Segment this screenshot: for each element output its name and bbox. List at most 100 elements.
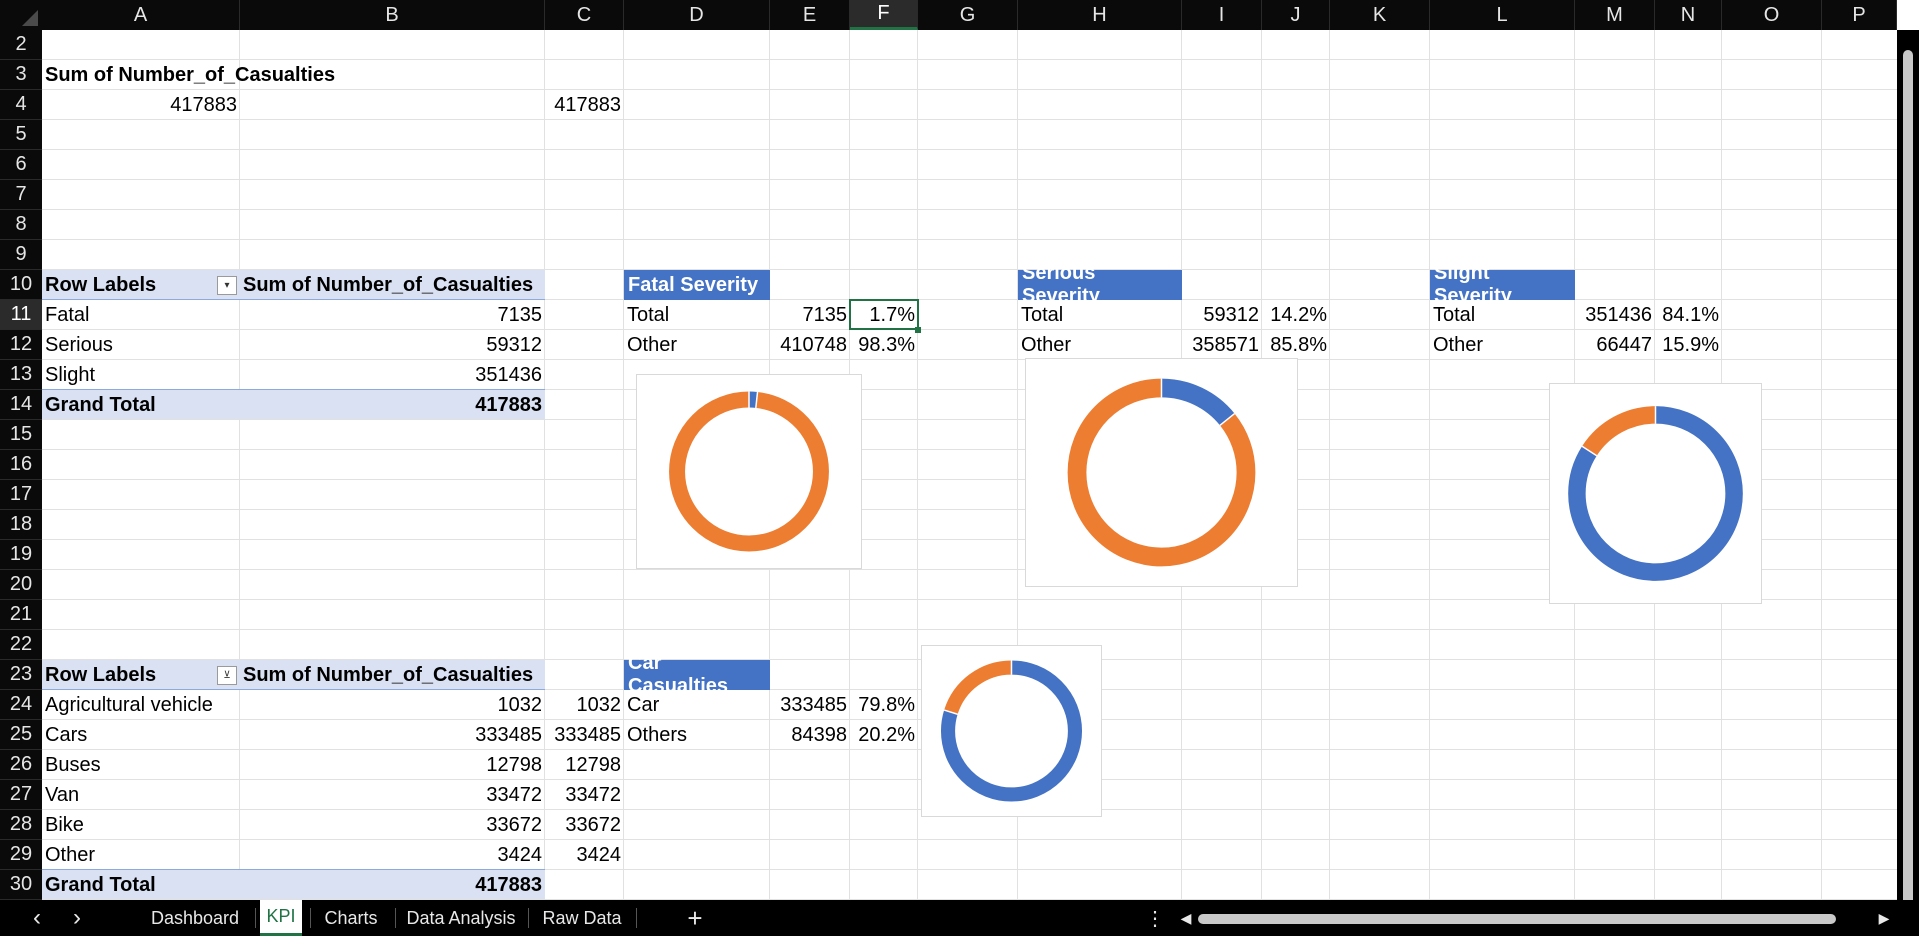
cell-a14[interactable]: Grand Total	[42, 390, 240, 420]
row-header-19[interactable]: 19	[0, 540, 42, 570]
row-header-29[interactable]: 29	[0, 840, 42, 870]
scroll-right-icon[interactable]: ▶	[1874, 900, 1894, 936]
row-header-23[interactable]: 23	[0, 660, 42, 690]
cell-f25[interactable]: 20.2%	[850, 720, 918, 750]
add-sheet-button[interactable]: +	[680, 900, 710, 936]
tab-raw-data[interactable]: Raw Data	[536, 900, 628, 936]
cell-l12[interactable]: Other	[1430, 330, 1575, 360]
cell-a10[interactable]: Row Labels	[42, 270, 240, 300]
cell-m11[interactable]: 351436	[1575, 300, 1655, 330]
cell-d25[interactable]: Others	[624, 720, 770, 750]
cell-d12[interactable]: Other	[624, 330, 770, 360]
cell-a11[interactable]: Fatal	[42, 300, 240, 330]
donut-slice-other[interactable]	[669, 391, 829, 552]
fatal-severity-donut-chart[interactable]	[636, 374, 862, 569]
row-header-22[interactable]: 22	[0, 630, 42, 660]
column-header-i[interactable]: I	[1182, 0, 1262, 30]
slight-severity-donut-chart[interactable]	[1549, 383, 1762, 604]
cell-a4[interactable]: 417883	[42, 90, 240, 120]
cell-c24[interactable]: 1032	[545, 690, 624, 720]
cell-c4[interactable]: 417883	[545, 90, 624, 120]
cell-c25[interactable]: 333485	[545, 720, 624, 750]
row-header-20[interactable]: 20	[0, 570, 42, 600]
row-header-7[interactable]: 7	[0, 180, 42, 210]
column-header-a[interactable]: A	[42, 0, 240, 30]
vertical-scroll-thumb[interactable]	[1903, 50, 1913, 905]
cell-h11[interactable]: Total	[1018, 300, 1182, 330]
column-header-o[interactable]: O	[1722, 0, 1822, 30]
cell-j12[interactable]: 85.8%	[1262, 330, 1330, 360]
cell-c28[interactable]: 33672	[545, 810, 624, 840]
cell-c26[interactable]: 12798	[545, 750, 624, 780]
row-header-9[interactable]: 9	[0, 240, 42, 270]
cell-e24[interactable]: 333485	[770, 690, 850, 720]
row-header-13[interactable]: 13	[0, 360, 42, 390]
row-header-28[interactable]: 28	[0, 810, 42, 840]
column-header-e[interactable]: E	[770, 0, 850, 30]
prev-sheet-icon[interactable]: ‹	[22, 900, 52, 936]
car-casualties-title[interactable]: Car Casualties	[624, 652, 770, 697]
tab-charts[interactable]: Charts	[318, 900, 384, 936]
row-header-26[interactable]: 26	[0, 750, 42, 780]
tab-kpi[interactable]: KPI	[260, 900, 302, 936]
cell-a28[interactable]: Bike	[42, 810, 240, 840]
cell-a30[interactable]: Grand Total	[42, 870, 240, 900]
cell-b24[interactable]: 1032	[240, 690, 545, 720]
row-header-18[interactable]: 18	[0, 510, 42, 540]
column-header-c[interactable]: C	[545, 0, 624, 30]
serious-severity-donut-chart[interactable]	[1025, 358, 1298, 587]
row-header-16[interactable]: 16	[0, 450, 42, 480]
cell-f12[interactable]: 98.3%	[850, 330, 918, 360]
column-header-k[interactable]: K	[1330, 0, 1430, 30]
cell-b12[interactable]: 59312	[240, 330, 545, 360]
row-header-25[interactable]: 25	[0, 720, 42, 750]
cell-b14[interactable]: 417883	[240, 390, 545, 420]
car-casualties-donut-chart[interactable]	[921, 645, 1102, 817]
row-header-5[interactable]: 5	[0, 120, 42, 150]
cell-b30[interactable]: 417883	[240, 870, 545, 900]
select-all-button[interactable]	[0, 0, 42, 30]
cell-a23[interactable]: Row Labels	[42, 660, 240, 690]
row-header-3[interactable]: 3	[0, 60, 42, 90]
cell-e25[interactable]: 84398	[770, 720, 850, 750]
more-options-icon[interactable]: ⋮	[1145, 900, 1165, 936]
cell-e12[interactable]: 410748	[770, 330, 850, 360]
next-sheet-icon[interactable]: ›	[62, 900, 92, 936]
row-header-17[interactable]: 17	[0, 480, 42, 510]
tab-data-analysis[interactable]: Data Analysis	[402, 900, 520, 936]
cell-f24[interactable]: 79.8%	[850, 690, 918, 720]
cell-b23[interactable]: Sum of Number_of_Casualties	[240, 660, 545, 690]
cell-a26[interactable]: Buses	[42, 750, 240, 780]
cell-a3[interactable]: Sum of Number_of_Casualties	[42, 60, 462, 90]
cell-n12[interactable]: 15.9%	[1655, 330, 1722, 360]
row-header-21[interactable]: 21	[0, 600, 42, 630]
column-header-d[interactable]: D	[624, 0, 770, 30]
column-header-m[interactable]: M	[1575, 0, 1655, 30]
column-header-l[interactable]: L	[1430, 0, 1575, 30]
cell-a12[interactable]: Serious	[42, 330, 240, 360]
row-labels-filter-icon-2[interactable]: ⊻	[217, 666, 237, 685]
row-header-2[interactable]: 2	[0, 30, 42, 60]
serious-severity-title[interactable]: Serious Severity	[1018, 262, 1182, 307]
cell-h12[interactable]: Other	[1018, 330, 1182, 360]
cell-m12[interactable]: 66447	[1575, 330, 1655, 360]
cell-b27[interactable]: 33472	[240, 780, 545, 810]
cell-b28[interactable]: 33672	[240, 810, 545, 840]
column-header-j[interactable]: J	[1262, 0, 1330, 30]
column-header-b[interactable]: B	[240, 0, 545, 30]
column-header-h[interactable]: H	[1018, 0, 1182, 30]
slight-severity-title[interactable]: Slight Severity	[1430, 262, 1575, 307]
row-header-14[interactable]: 14	[0, 390, 42, 420]
column-header-f[interactable]: F	[850, 0, 918, 30]
row-header-4[interactable]: 4	[0, 90, 42, 120]
row-header-10[interactable]: 10	[0, 270, 42, 300]
column-header-p[interactable]: P	[1822, 0, 1897, 30]
row-header-11[interactable]: 11	[0, 300, 42, 330]
spreadsheet-grid[interactable]: A B C D E F G H I J K L M N O P 2 3 4 5 6 7 8 9 10 11 12 13 14 15 16 17…	[0, 0, 1919, 936]
cell-a25[interactable]: Cars	[42, 720, 240, 750]
column-header-g[interactable]: G	[918, 0, 1018, 30]
cell-d11[interactable]: Total	[624, 300, 770, 330]
row-header-15[interactable]: 15	[0, 420, 42, 450]
column-header-n[interactable]: N	[1655, 0, 1722, 30]
cell-i11[interactable]: 59312	[1182, 300, 1262, 330]
